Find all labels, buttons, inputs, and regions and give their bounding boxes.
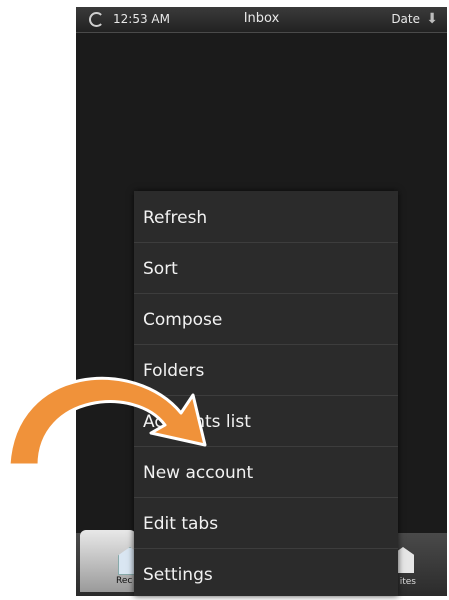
tab-favorites-label: ites <box>399 577 416 587</box>
status-bar: 12:53 AM Inbox Date ⬇ <box>76 7 447 33</box>
menu-item-edit-tabs[interactable]: Edit tabs <box>134 498 398 549</box>
curved-arrow-icon <box>7 376 207 467</box>
menu-item-compose[interactable]: Compose <box>134 294 398 345</box>
menu-item-settings[interactable]: Settings <box>134 549 398 600</box>
arrow-down-icon[interactable]: ⬇ <box>426 11 438 27</box>
tab-received-label: Rec <box>116 576 133 586</box>
menu-item-refresh[interactable]: Refresh <box>134 191 398 243</box>
sort-label[interactable]: Date <box>391 12 420 26</box>
menu-item-sort[interactable]: Sort <box>134 243 398 294</box>
